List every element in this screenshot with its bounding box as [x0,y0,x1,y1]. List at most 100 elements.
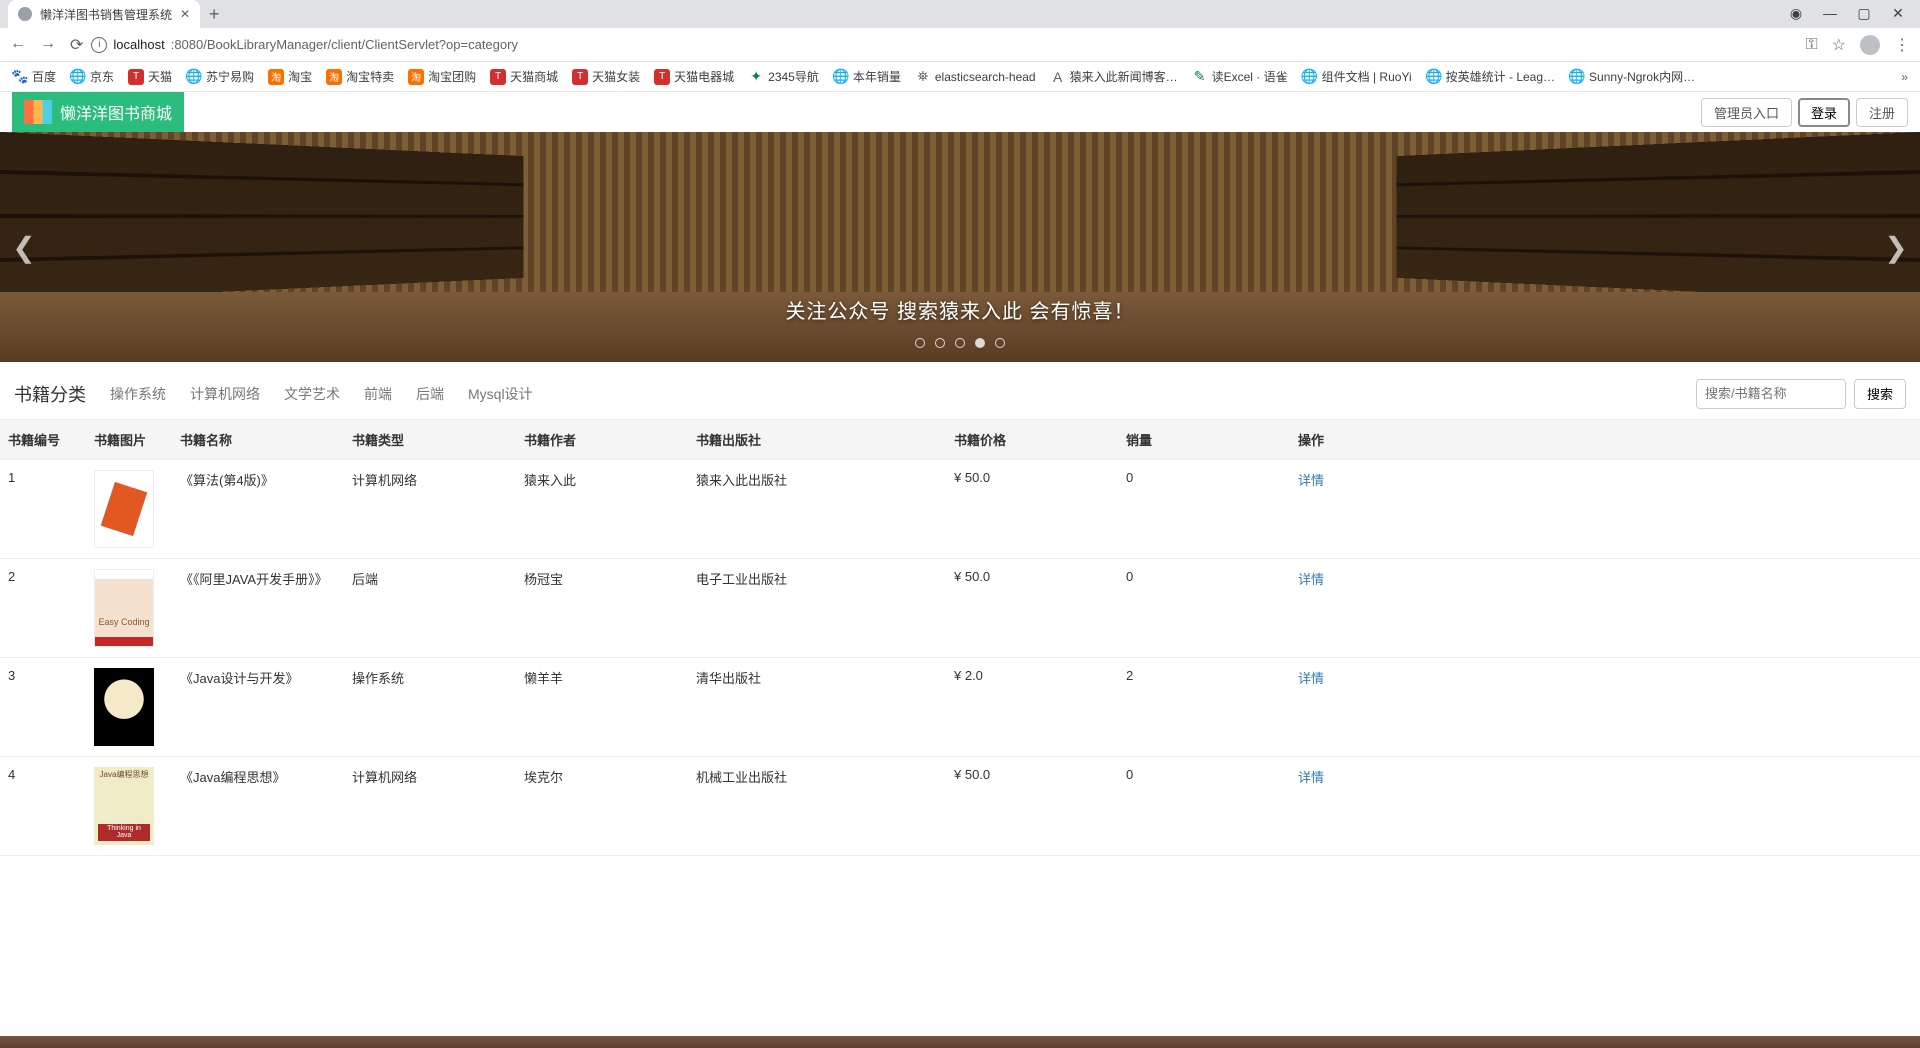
bookmark-item[interactable]: 淘淘宝 [268,68,312,85]
cell-type: 计算机网络 [344,460,516,559]
login-button[interactable]: 登录 [1798,98,1850,127]
site-header: 懒洋洋图书商城 管理员入口 登录 注册 [0,92,1920,132]
bookmark-item[interactable]: T天猫电器城 [654,68,734,85]
search-button[interactable]: 搜索 [1854,379,1906,409]
register-button[interactable]: 注册 [1856,98,1908,127]
bookmark-icon: 🌐 [833,69,849,85]
bookmark-item[interactable]: 淘淘宝团购 [408,68,476,85]
bookmark-item[interactable]: 🌐苏宁易购 [186,68,254,85]
bookmark-icon: 🐾 [12,69,28,85]
star-icon[interactable]: ☆ [1832,35,1846,55]
bookmark-item[interactable]: ✎读Excel · 语雀 [1192,68,1288,85]
cell-image: Java编程思想Thinking in Java [86,757,172,856]
bookmark-icon: 🌐 [1426,69,1442,85]
table-header-cell: 书籍出版社 [688,420,946,460]
record-icon[interactable]: ◉ [1788,5,1804,22]
bookmarks-overflow-icon[interactable]: » [1901,70,1908,84]
category-tab[interactable]: 前端 [364,386,392,402]
bookmark-item[interactable]: 🐾百度 [12,68,56,85]
cell-name: 《Java设计与开发》 [172,658,344,757]
carousel-dot[interactable] [955,338,965,348]
carousel-dot[interactable] [915,338,925,348]
nav-forward-icon[interactable]: → [40,35,56,55]
site-info-icon[interactable]: i [91,37,107,53]
menu-icon[interactable]: ⋮ [1894,35,1910,55]
cell-id: 2 [0,559,86,658]
window-titlebar: 懒洋洋图书销售管理系统 ✕ + ◉ — ▢ ✕ [0,0,1920,28]
cell-author: 懒羊羊 [516,658,688,757]
table-header-cell: 书籍名称 [172,420,344,460]
page-viewport[interactable]: 懒洋洋图书商城 管理员入口 登录 注册 ❮ ❯ 关注公众号 搜索猿来入此 会有惊… [0,92,1920,1036]
category-tab[interactable]: Mysql设计 [468,386,533,402]
profile-avatar-icon[interactable] [1860,35,1880,55]
cell-publisher: 猿来入此出版社 [688,460,946,559]
brand-icon [24,100,52,124]
browser-toolbar: ← → ⟳ i localhost :8080/BookLibraryManag… [0,28,1920,62]
cell-image [86,460,172,559]
bookmark-icon: 淘 [326,69,342,85]
bookmark-item[interactable]: 🌐京东 [70,68,114,85]
carousel-next-icon[interactable]: ❯ [1878,223,1914,271]
category-tab[interactable]: 后端 [416,386,444,402]
book-thumb[interactable]: Easy Coding [94,569,154,647]
cell-publisher: 清华出版社 [688,658,946,757]
tab-favicon [18,7,32,21]
bookmark-item[interactable]: T天猫 [128,68,172,85]
close-icon[interactable]: ✕ [1890,5,1906,22]
bookmark-icon: 🌐 [186,69,202,85]
os-taskbar [0,1036,1920,1048]
book-thumb[interactable] [94,470,154,548]
bookmark-label: Sunny-Ngrok内网… [1589,68,1695,85]
tab-close-icon[interactable]: ✕ [180,7,190,21]
bookmark-label: 淘宝团购 [428,68,476,85]
search-input[interactable] [1696,379,1846,409]
bookmark-item[interactable]: 🌐按英雄统计 - Leag… [1426,68,1555,85]
detail-link[interactable]: 详情 [1298,473,1324,488]
book-thumb[interactable]: Java编程思想Thinking in Java [94,767,154,845]
carousel-prev-icon[interactable]: ❮ [6,223,42,271]
brand-logo[interactable]: 懒洋洋图书商城 [12,92,184,132]
cell-name: 《《阿里JAVA开发手册》》 [172,559,344,658]
category-tab[interactable]: 文学艺术 [284,386,340,402]
key-icon[interactable]: ⚿ [1805,36,1817,54]
maximize-icon[interactable]: ▢ [1856,5,1872,22]
book-thumb[interactable] [94,668,154,746]
new-tab-button[interactable]: + [200,0,228,28]
table-header-cell: 书籍图片 [86,420,172,460]
detail-link[interactable]: 详情 [1298,572,1324,587]
bookmark-item[interactable]: T天猫商城 [490,68,558,85]
browser-tab[interactable]: 懒洋洋图书销售管理系统 ✕ [8,0,200,28]
bookmark-item[interactable]: T天猫女装 [572,68,640,85]
nav-reload-icon[interactable]: ⟳ [70,35,83,55]
bookmark-item[interactable]: 🌐本年销量 [833,68,901,85]
cell-sales: 2 [1118,658,1290,757]
bookmark-label: 组件文档 | RuoYi [1322,68,1412,85]
cell-price: ¥ 50.0 [946,460,1118,559]
carousel-indicators [0,338,1920,348]
nav-back-icon[interactable]: ← [10,35,26,55]
bookmark-icon: A [1050,69,1066,85]
minimize-icon[interactable]: — [1822,5,1838,22]
carousel-image [1397,132,1920,302]
address-bar[interactable]: i localhost :8080/BookLibraryManager/cli… [91,37,1797,53]
bookmark-icon: 🌐 [1302,69,1318,85]
bookmark-item[interactable]: 🌐Sunny-Ngrok内网… [1569,68,1695,85]
carousel-dot[interactable] [935,338,945,348]
bookmark-item[interactable]: 🌐组件文档 | RuoYi [1302,68,1412,85]
admin-button[interactable]: 管理员入口 [1701,98,1792,127]
bookmark-icon: 淘 [268,69,284,85]
bookmark-item[interactable]: A猿来入此新闻博客… [1050,68,1178,85]
carousel-dot[interactable] [995,338,1005,348]
cell-price: ¥ 2.0 [946,658,1118,757]
bookmark-item[interactable]: ✦2345导航 [748,68,819,85]
category-tab[interactable]: 计算机网络 [190,386,260,402]
cell-price: ¥ 50.0 [946,757,1118,856]
hero-carousel: ❮ ❯ 关注公众号 搜索猿来入此 会有惊喜！ [0,132,1920,362]
carousel-dot[interactable] [975,338,985,348]
carousel-caption: 关注公众号 搜索猿来入此 会有惊喜！ [0,295,1920,324]
bookmark-item[interactable]: ⛯elasticsearch-head [915,69,1036,85]
detail-link[interactable]: 详情 [1298,671,1324,686]
detail-link[interactable]: 详情 [1298,770,1324,785]
category-tab[interactable]: 操作系统 [110,386,166,402]
bookmark-item[interactable]: 淘淘宝特卖 [326,68,394,85]
